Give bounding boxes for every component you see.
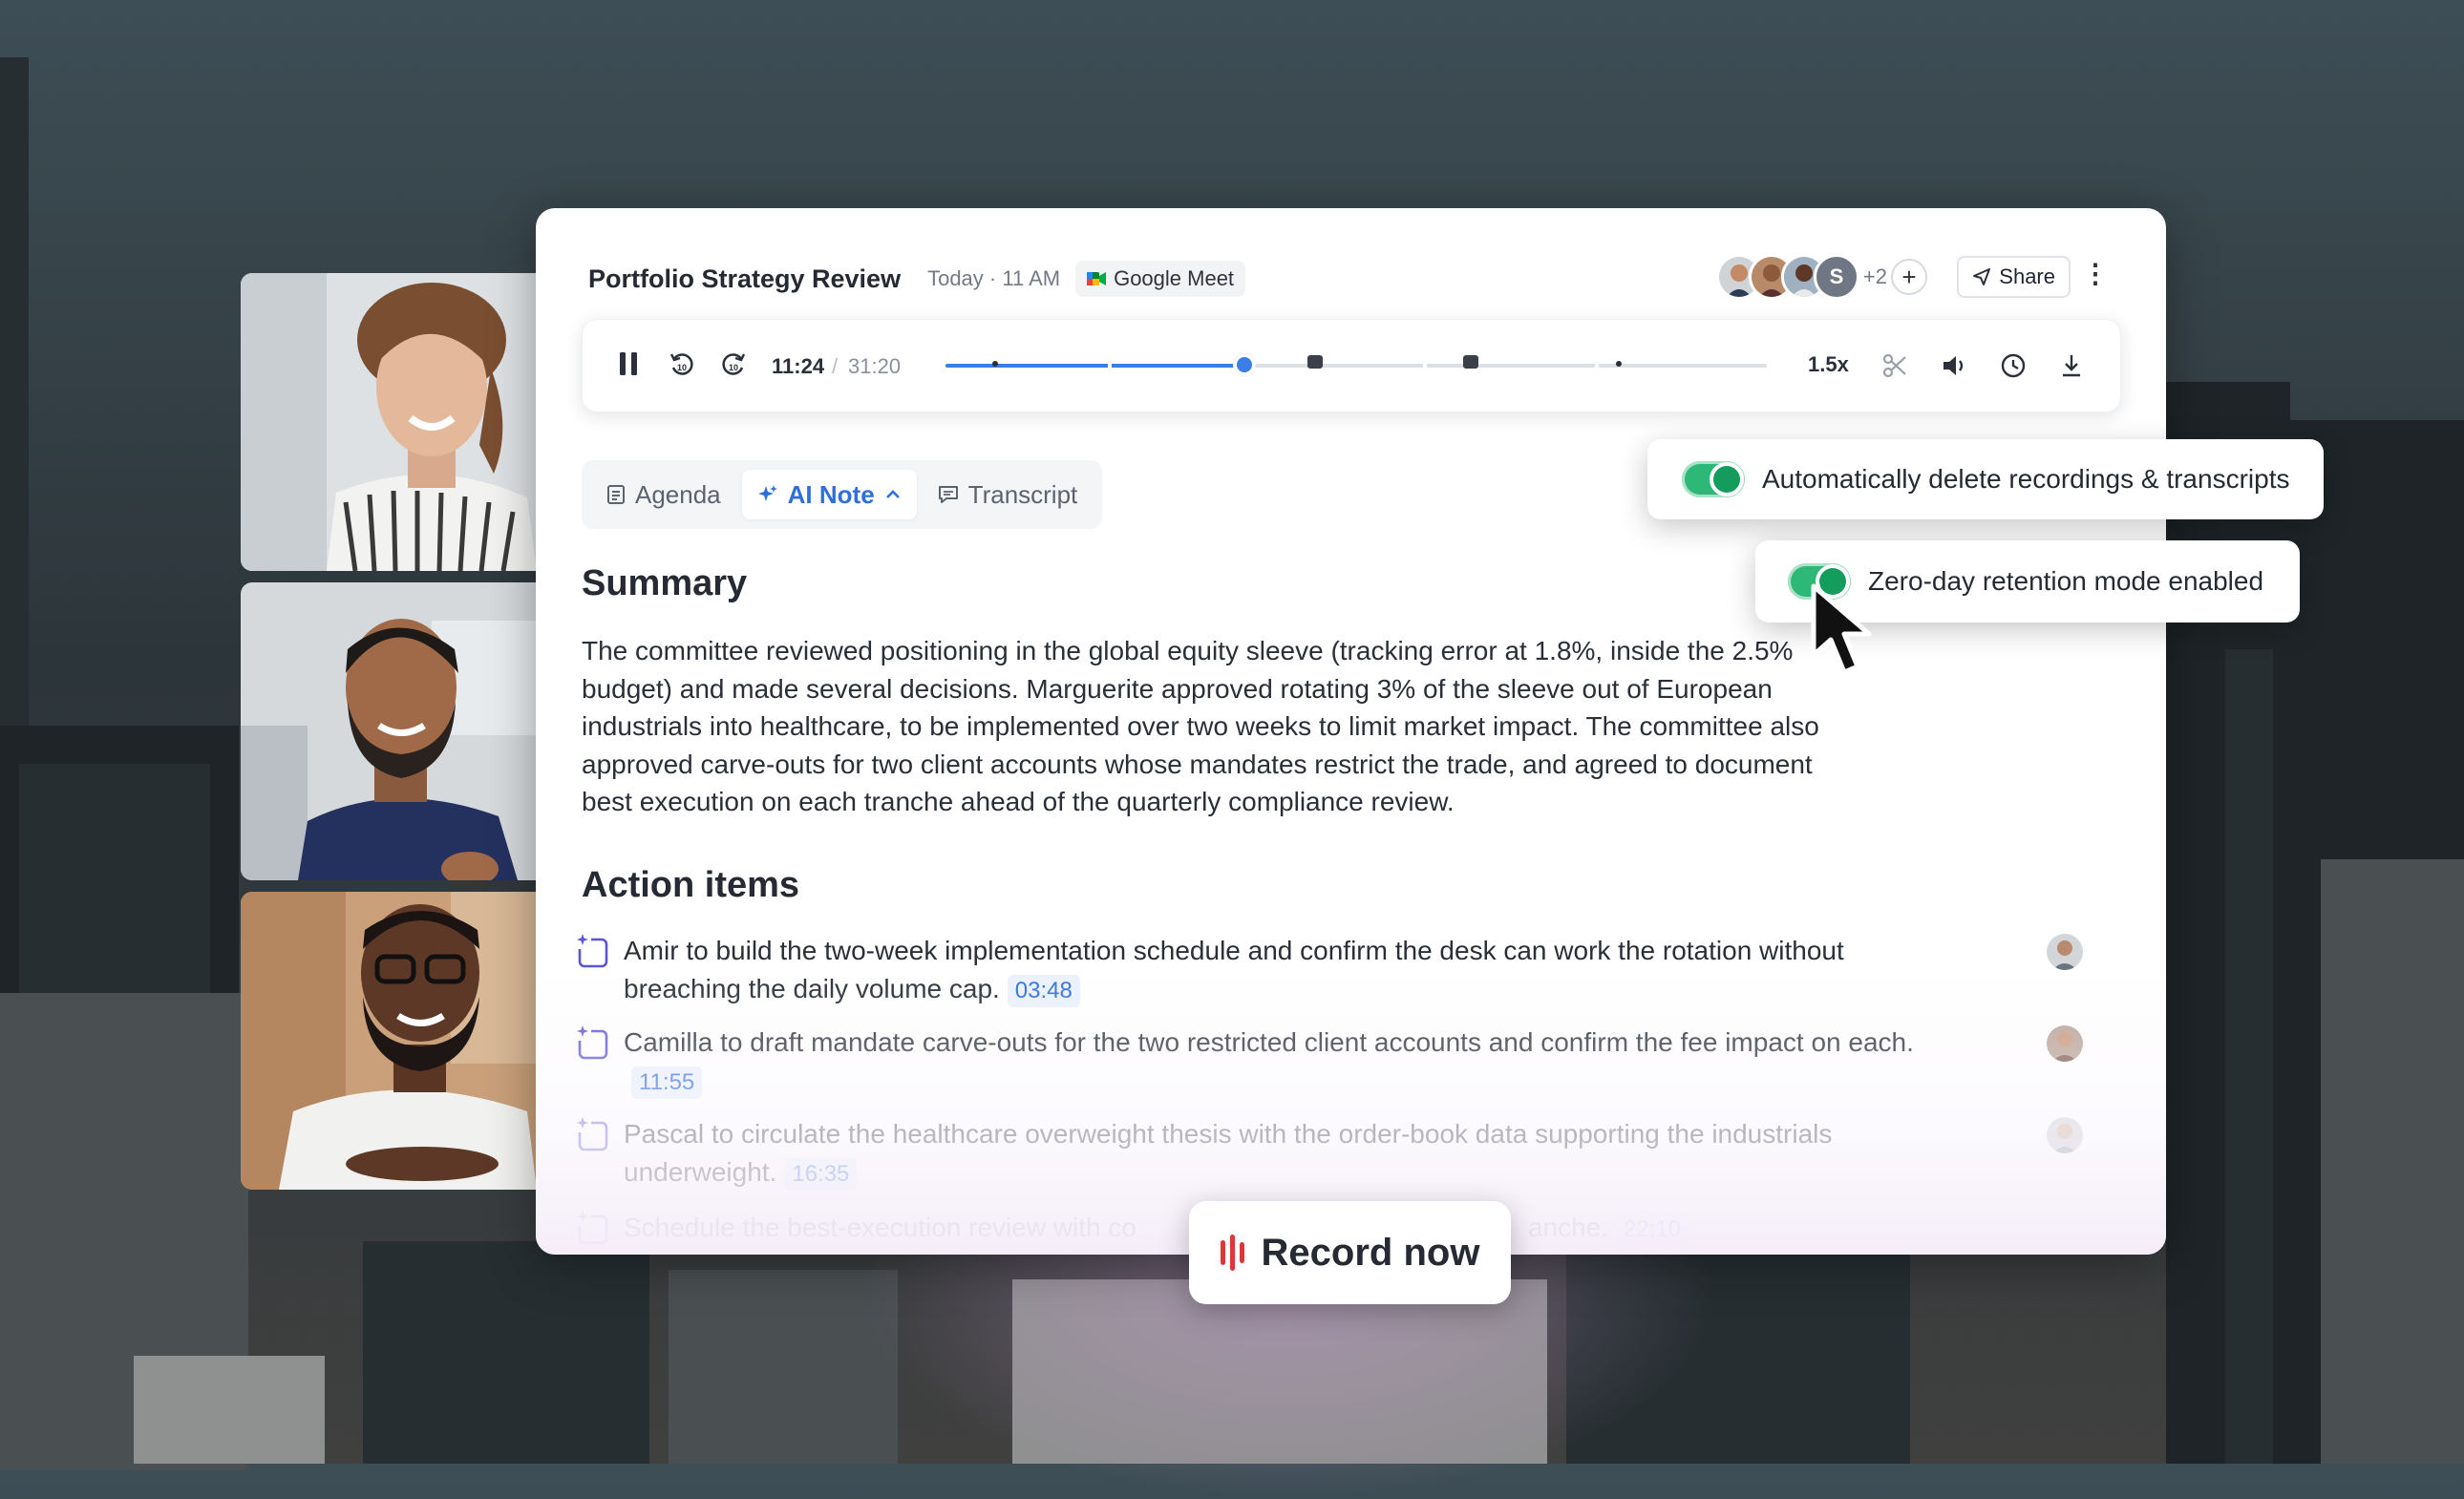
share-label: Share [1999, 264, 2055, 288]
action-items-heading: Action items [582, 865, 800, 905]
chevron-up-icon [885, 490, 900, 498]
ai-task-icon [576, 1209, 608, 1245]
meeting-title: Portfolio Strategy Review [588, 264, 902, 293]
share-button[interactable]: Share [1957, 256, 2071, 298]
switch-knob [1713, 466, 1740, 493]
notes-tabs: Agenda AI Note Transcript [582, 460, 1103, 529]
track-segment-gap [1108, 362, 1112, 369]
auto-delete-label: Automatically delete recordings & transc… [1762, 464, 2290, 494]
playback-speed[interactable]: 1.5x [1808, 352, 1849, 377]
timestamp-badge[interactable]: 22:10 [1616, 1214, 1689, 1246]
tab-transcript[interactable]: Transcript [923, 470, 1094, 519]
header-actions: S +2 + Share ⋮ [1689, 254, 2166, 302]
tab-ai-note[interactable]: AI Note [741, 470, 917, 519]
playback-progress [945, 364, 1244, 368]
track-segment-gap [1423, 362, 1427, 369]
more-options-icon[interactable]: ⋮ [2082, 258, 2109, 289]
pause-icon[interactable] [617, 350, 640, 377]
timestamp-badge[interactable]: 16:35 [784, 1157, 858, 1191]
participant-video-tile[interactable] [241, 582, 537, 880]
background-building [363, 1241, 649, 1464]
meeting-notes-card: Portfolio Strategy Review Today · 11 AM … [536, 208, 2166, 1255]
comment-marker-icon[interactable] [1307, 355, 1323, 369]
more-participants-count: +2 [1862, 264, 1887, 288]
assignee-avatar [2047, 1117, 2083, 1153]
timestamp-badge[interactable]: 03:48 [1007, 974, 1080, 1007]
timeline-dot-marker[interactable] [1616, 361, 1623, 367]
ai-task-icon [576, 1115, 608, 1151]
sparkle-icon [757, 485, 777, 501]
action-item-text: Camilla to draft mandate carve-outs for … [624, 1024, 1961, 1099]
comment-marker-icon[interactable] [1463, 355, 1479, 369]
track-segment-gap [1595, 362, 1599, 369]
background-building [2321, 859, 2464, 1464]
tab-label: Agenda [635, 479, 721, 509]
participant-woman-image [241, 273, 537, 571]
ai-task-icon [576, 1024, 608, 1060]
current-time: 11:24 [772, 354, 825, 378]
audio-player: 10 10 11:24 / 31:20 1.5x [582, 319, 2121, 412]
scissors-icon[interactable] [1881, 352, 1908, 379]
tab-agenda[interactable]: Agenda [591, 470, 736, 519]
google-meet-icon [1087, 272, 1107, 285]
action-item-text: Pascal to circulate the healthcare overw… [624, 1115, 1961, 1191]
assignee-avatar [2047, 1025, 2083, 1062]
rewind-10-icon[interactable]: 10 [669, 350, 695, 377]
svg-text:10: 10 [677, 363, 687, 372]
chat-icon [938, 486, 958, 503]
summary-text: The committee reviewed positioning in th… [582, 636, 1819, 816]
participant-man-glasses-image [241, 892, 537, 1190]
scrubber-handle[interactable] [1232, 353, 1256, 376]
send-icon [1973, 268, 1991, 285]
assignee-avatar [2047, 934, 2083, 970]
tab-label: AI Note [787, 479, 875, 509]
timestamp-badge[interactable]: 11:55 [631, 1066, 703, 1099]
participant-avatars[interactable]: S +2 + [1715, 254, 1927, 300]
forward-10-icon[interactable]: 10 [720, 350, 747, 377]
auto-delete-toggle-card: Automatically delete recordings & transc… [1647, 439, 2325, 519]
mouse-cursor-icon [1811, 583, 1872, 675]
action-item[interactable]: Pascal to circulate the healthcare overw… [574, 1115, 2083, 1192]
action-item-text: Amir to build the two-week implementatio… [624, 932, 1961, 1007]
action-item[interactable]: Camilla to draft mandate carve-outs for … [574, 1024, 2083, 1100]
download-icon[interactable] [2059, 352, 2084, 379]
platform-chip[interactable]: Google Meet [1075, 261, 1246, 297]
time-separator: / [832, 354, 839, 378]
svg-text:10: 10 [729, 363, 738, 372]
add-participant-button[interactable]: + [1891, 259, 1927, 295]
participant-man-beard-image [241, 582, 537, 880]
record-now-label: Record now [1261, 1231, 1480, 1274]
summary-heading: Summary [582, 563, 748, 603]
timeline-dot-marker[interactable] [991, 361, 998, 367]
volume-icon[interactable] [1941, 352, 1969, 379]
meeting-time: Today · 11 AM [927, 266, 1061, 290]
platform-name: Google Meet [1114, 266, 1235, 290]
total-time: 31:20 [848, 354, 902, 378]
playback-scrubber[interactable] [945, 353, 1767, 376]
record-now-button[interactable]: Record now [1189, 1201, 1511, 1304]
participant-video-tile[interactable] [241, 892, 537, 1190]
action-item[interactable]: Amir to build the two-week implementatio… [574, 932, 2083, 1008]
recording-waveform-icon [1220, 1235, 1244, 1271]
participant-avatar-initial: S [1813, 254, 1859, 300]
tab-label: Transcript [967, 479, 1078, 509]
participant-video-tile[interactable] [241, 273, 537, 571]
auto-delete-switch[interactable] [1682, 461, 1745, 497]
zero-day-retention-label: Zero-day retention mode enabled [1868, 566, 2264, 596]
document-icon [607, 485, 625, 504]
background-building [134, 1356, 325, 1464]
ai-task-icon [576, 932, 608, 968]
clock-icon[interactable] [2000, 352, 2027, 379]
